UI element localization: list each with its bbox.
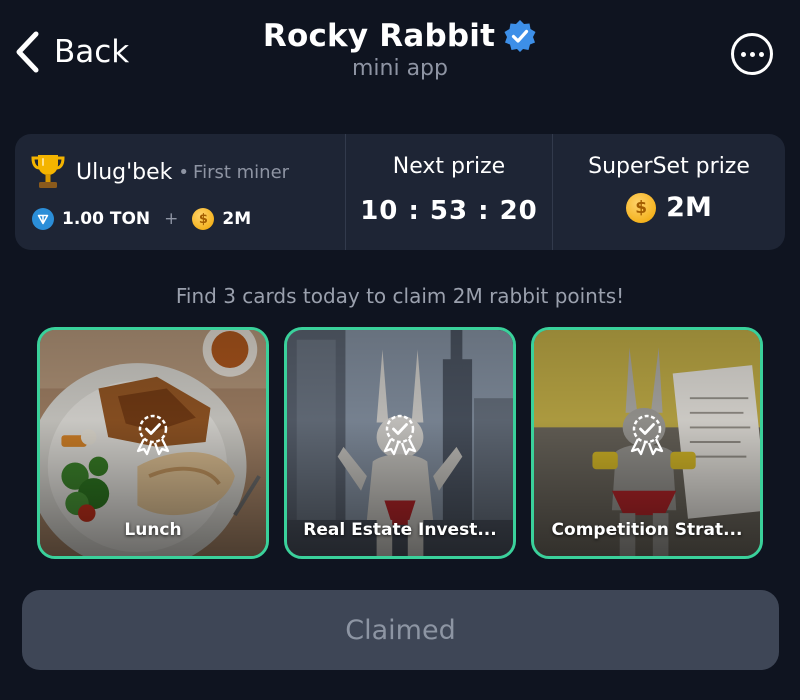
card-lunch[interactable]: Lunch xyxy=(37,327,269,559)
more-dot xyxy=(740,51,746,57)
superset-prize-value: $ 2M xyxy=(553,192,785,223)
coin-icon: $ xyxy=(192,208,215,230)
ton-balance: 1.00 TON xyxy=(62,209,151,229)
app-subtitle: mini app xyxy=(351,56,448,81)
more-dot xyxy=(758,51,764,57)
user-stat: Ulug'bek • First miner 1.00 TON + $ 2M xyxy=(15,134,345,250)
countdown-timer: 10 : 53 : 20 xyxy=(360,196,538,226)
verified-badge-icon xyxy=(503,19,537,53)
ton-icon xyxy=(32,208,54,230)
separator-dot: • xyxy=(178,161,190,183)
trophy-icon xyxy=(31,155,65,188)
card-label: Real Estate Invest... xyxy=(303,520,497,540)
superset-prize-label: SuperSet prize xyxy=(588,154,750,179)
award-badge-icon xyxy=(630,414,664,456)
more-dot xyxy=(749,51,755,57)
more-options-button[interactable] xyxy=(731,33,773,75)
user-name: Ulug'bek xyxy=(76,159,173,185)
card-label: Lunch xyxy=(124,520,182,540)
next-prize-label: Next prize xyxy=(392,154,506,179)
superset-prize-amount: 2M xyxy=(666,192,712,223)
superset-prize-stat: SuperSet prize $ 2M xyxy=(553,134,785,250)
balance-row: 1.00 TON + $ 2M xyxy=(32,208,251,230)
award-badge-icon xyxy=(136,414,170,456)
award-badge-icon xyxy=(383,414,417,456)
card-label: Competition Strat... xyxy=(551,520,743,540)
instruction-text: Find 3 cards today to claim 2M rabbit po… xyxy=(175,284,625,308)
card-row: Lunch Real Estate Invest... Competition … xyxy=(37,327,763,559)
app-title: Rocky Rabbit xyxy=(262,18,496,54)
stats-panel: Ulug'bek • First miner 1.00 TON + $ 2M N… xyxy=(15,134,785,250)
card-competition-strategy[interactable]: Competition Strat... xyxy=(531,327,763,559)
user-role: First miner xyxy=(193,161,290,183)
claimed-button[interactable]: Claimed xyxy=(22,590,779,670)
card-real-estate-investment[interactable]: Real Estate Invest... xyxy=(284,327,516,559)
coin-icon: $ xyxy=(626,192,657,223)
title-block: Rocky Rabbit mini app xyxy=(0,18,800,81)
user-row: Ulug'bek • First miner xyxy=(30,152,289,192)
next-prize-stat: Next prize 10 : 53 : 20 xyxy=(345,134,553,250)
plus-sign: + xyxy=(164,209,179,229)
coin-balance: 2M xyxy=(222,209,252,229)
app-header: Back Rocky Rabbit mini app xyxy=(0,0,800,100)
